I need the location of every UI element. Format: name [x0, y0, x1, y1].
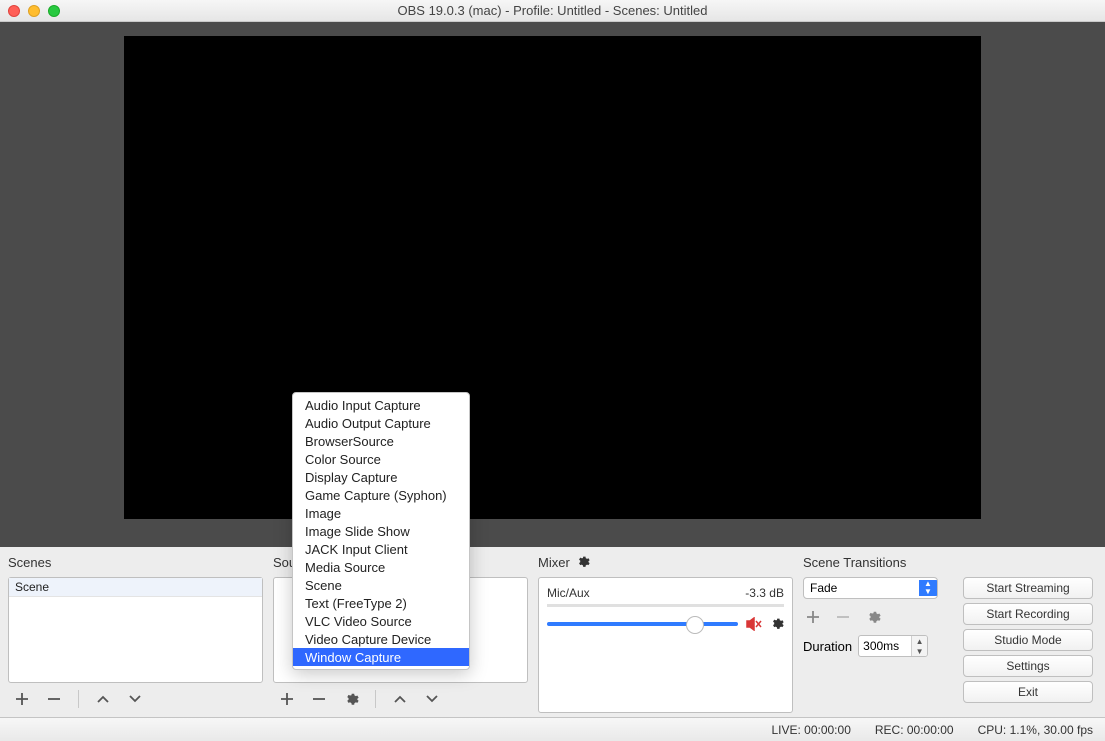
scenes-list[interactable]: Scene [8, 577, 263, 683]
add-source-menu-item[interactable]: Scene [293, 576, 469, 594]
remove-scene-button[interactable] [44, 689, 64, 709]
chevron-down-icon [128, 694, 142, 704]
add-source-menu-item[interactable]: Display Capture [293, 468, 469, 486]
status-rec: REC: 00:00:00 [875, 723, 954, 737]
add-source-menu-item[interactable]: Media Source [293, 558, 469, 576]
studio-mode-button[interactable]: Studio Mode [963, 629, 1093, 651]
gear-icon [576, 555, 590, 569]
mixer-channel-level: -3.3 dB [745, 586, 784, 600]
minus-icon [836, 610, 850, 624]
gear-icon [866, 610, 881, 625]
source-move-down-button[interactable] [422, 689, 442, 709]
mixer-volume-slider[interactable] [547, 622, 738, 626]
start-recording-button[interactable]: Start Recording [963, 603, 1093, 625]
mixer-panel: Mixer Mic/Aux -3.3 dB [538, 553, 793, 713]
toolrow-separator [375, 690, 376, 708]
mixer-channel: Mic/Aux -3.3 dB [538, 577, 793, 713]
add-source-menu-item[interactable]: JACK Input Client [293, 540, 469, 558]
add-source-menu-item[interactable]: BrowserSource [293, 432, 469, 450]
add-source-menu-item[interactable]: Text (FreeType 2) [293, 594, 469, 612]
add-source-menu-item[interactable]: Color Source [293, 450, 469, 468]
minimize-window-button[interactable] [28, 5, 40, 17]
add-source-button[interactable] [277, 689, 297, 709]
speaker-muted-icon [746, 617, 762, 631]
duration-label: Duration [803, 639, 852, 654]
window-title: OBS 19.0.3 (mac) - Profile: Untitled - S… [60, 3, 1045, 18]
add-transition-button[interactable] [803, 607, 823, 627]
transition-properties-button[interactable] [863, 607, 883, 627]
mixer-channel-name: Mic/Aux [547, 586, 590, 600]
add-scene-button[interactable] [12, 689, 32, 709]
duration-step-up[interactable]: ▲ [912, 636, 927, 646]
mixer-label-text: Mixer [538, 555, 570, 570]
close-window-button[interactable] [8, 5, 20, 17]
minus-icon [47, 692, 61, 706]
sources-toolrow [273, 683, 528, 713]
duration-value: 300ms [859, 636, 911, 656]
scene-move-up-button[interactable] [93, 689, 113, 709]
titlebar: OBS 19.0.3 (mac) - Profile: Untitled - S… [0, 0, 1105, 22]
status-live: LIVE: 00:00:00 [771, 723, 850, 737]
zoom-window-button[interactable] [48, 5, 60, 17]
add-source-menu-item[interactable]: Image [293, 504, 469, 522]
select-arrows-icon: ▲▼ [919, 580, 937, 596]
duration-step-down[interactable]: ▼ [912, 646, 927, 656]
source-properties-button[interactable] [341, 689, 361, 709]
add-source-menu-item[interactable]: Audio Output Capture [293, 414, 469, 432]
transition-selected: Fade [804, 581, 919, 595]
mixer-channel-settings-button[interactable] [770, 617, 784, 631]
minus-icon [312, 692, 326, 706]
add-source-menu-item[interactable]: VLC Video Source [293, 612, 469, 630]
source-move-up-button[interactable] [390, 689, 410, 709]
scenes-panel: Scenes Scene [8, 553, 263, 713]
gear-icon [344, 692, 359, 707]
exit-button[interactable]: Exit [963, 681, 1093, 703]
start-streaming-button[interactable]: Start Streaming [963, 577, 1093, 599]
remove-source-button[interactable] [309, 689, 329, 709]
preview-area [0, 22, 1105, 547]
duration-input[interactable]: 300ms ▲ ▼ [858, 635, 928, 657]
transition-select[interactable]: Fade ▲▼ [803, 577, 938, 599]
scene-move-down-button[interactable] [125, 689, 145, 709]
add-source-menu-item[interactable]: Game Capture (Syphon) [293, 486, 469, 504]
plus-icon [15, 692, 29, 706]
plus-icon [806, 610, 820, 624]
add-source-menu-item[interactable]: Audio Input Capture [293, 396, 469, 414]
mixer-settings-button[interactable] [576, 555, 590, 569]
add-source-menu-item[interactable]: Image Slide Show [293, 522, 469, 540]
transitions-label: Scene Transitions [803, 553, 953, 571]
status-bar: LIVE: 00:00:00 REC: 00:00:00 CPU: 1.1%, … [0, 717, 1105, 741]
chevron-up-icon [96, 694, 110, 704]
scenes-toolrow [8, 683, 263, 713]
mixer-label: Mixer [538, 553, 793, 571]
gear-icon [770, 617, 784, 631]
add-source-menu-item[interactable]: Video Capture Device [293, 630, 469, 648]
scenes-label: Scenes [8, 553, 263, 571]
chevron-up-icon [393, 694, 407, 704]
plus-icon [280, 692, 294, 706]
traffic-lights [8, 5, 60, 17]
add-source-popup: Audio Input CaptureAudio Output CaptureB… [292, 392, 470, 670]
status-cpu: CPU: 1.1%, 30.00 fps [978, 723, 1093, 737]
mixer-mute-button[interactable] [746, 617, 762, 631]
chevron-down-icon [425, 694, 439, 704]
add-source-menu-item[interactable]: Window Capture [293, 648, 469, 666]
mixer-meter [547, 604, 784, 607]
settings-button[interactable]: Settings [963, 655, 1093, 677]
toolrow-separator [78, 690, 79, 708]
scenes-list-item[interactable]: Scene [9, 578, 262, 597]
control-buttons: Start Streaming Start Recording Studio M… [963, 553, 1093, 713]
preview-canvas[interactable] [124, 36, 981, 519]
transitions-panel: Scene Transitions Fade ▲▼ Duration [803, 553, 953, 713]
remove-transition-button[interactable] [833, 607, 853, 627]
